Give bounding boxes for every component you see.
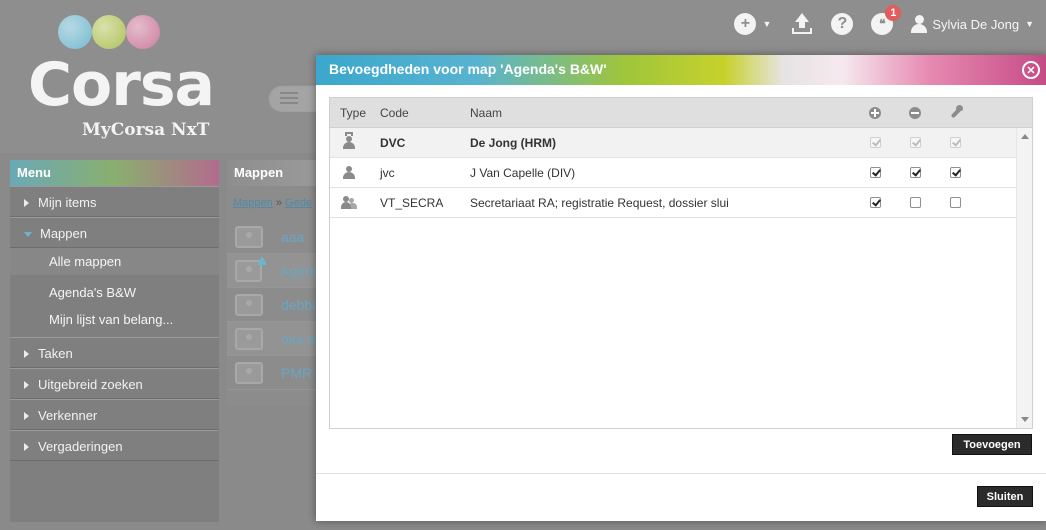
plus-circle-icon [869,106,881,119]
logo-subtitle: MyCorsa NxT [82,120,210,140]
scroll-down-icon[interactable] [1021,417,1029,422]
dialog-title: Bevoegdheden voor map 'Agenda's B&W' [329,61,607,77]
folder-row[interactable]: oka te [227,322,319,356]
plus-circle-icon[interactable]: + [734,13,757,35]
add-permission-checkbox[interactable] [869,197,881,208]
folder-name: PMR [281,364,313,381]
column-header-type[interactable]: Type [330,106,380,120]
sidebar-header: Menu [10,160,219,186]
add-permission-checkbox[interactable] [869,167,881,178]
user-icon [911,15,928,33]
sidebar-subitem-mijn-lijst[interactable]: Mijn lijst van belang... [10,306,219,333]
code-cell: DVC [380,135,406,150]
column-header-add [855,106,895,119]
user-name: Sylvia De Jong [932,16,1020,32]
column-header-manage [935,105,975,119]
naam-cell: De Jong (HRM) [470,135,556,150]
top-toolbar: + ▼ ? ❝ 1 Sylvia De Jong ▼ [716,5,1046,38]
folder-name: aaa [281,228,305,245]
manage-permission-checkbox[interactable] [949,167,961,178]
code-cell: VT_SECRA [380,195,444,210]
breadcrumb-link-mappen[interactable]: Mappen [233,197,273,209]
dialog-footer: Sluiten [316,473,1046,521]
column-header-remove [895,106,935,119]
upload-icon[interactable] [791,13,813,35]
folder-icon [235,225,263,248]
sidebar-item-vergaderingen[interactable]: Vergaderingen [10,430,219,461]
table-row[interactable]: VT_SECRA Secretariaat RA; registratie Re… [330,188,1016,218]
folders-panel-header: Mappen [227,160,319,186]
naam-cell: Secretariaat RA; registratie Request, do… [470,195,729,210]
wrench-icon [949,105,963,119]
folder-row[interactable]: aaa [227,220,319,254]
grid-body: DVC De Jong (HRM) jvc J Van Capelle (DIV… [330,128,1032,428]
caret-right-icon [24,199,29,207]
manage-permission-checkbox[interactable] [949,197,961,208]
remove-permission-checkbox [909,137,921,148]
remove-permission-checkbox[interactable] [909,167,921,178]
caret-right-icon [24,350,29,358]
folder-icon [235,293,263,316]
caret-right-icon [24,381,29,389]
breadcrumb-separator: » [275,197,282,209]
add-permission-checkbox [869,137,881,148]
chevron-down-icon[interactable]: ▼ [762,19,771,29]
table-row[interactable]: DVC De Jong (HRM) [330,128,1016,158]
folder-row[interactable]: PMR [227,356,319,390]
remove-permission-checkbox[interactable] [909,197,921,208]
sidebar-item-uitgebreid-zoeken[interactable]: Uitgebreid zoeken [10,368,219,399]
scroll-up-icon[interactable] [1021,134,1029,139]
permissions-dialog: Bevoegdheden voor map 'Agenda's B&W' ✕ T… [316,55,1046,521]
table-row[interactable]: jvc J Van Capelle (DIV) [330,158,1016,188]
close-icon[interactable]: ✕ [1022,61,1040,79]
chevron-down-icon: ▼ [1025,19,1034,29]
sidebar-item-taken[interactable]: Taken [10,337,219,368]
dialog-header: Bevoegdheden voor map 'Agenda's B&W' ✕ [316,55,1046,85]
sidebar-item-mappen[interactable]: Mappen [10,217,219,248]
user-menu[interactable]: Sylvia De Jong ▼ [911,15,1034,33]
sidebar-subitem-alle-mappen[interactable]: Alle mappen [10,248,219,275]
help-icon[interactable]: ? [831,13,854,35]
column-header-code[interactable]: Code [380,106,470,120]
folder-name: debbi [281,296,316,313]
caret-right-icon [24,443,29,451]
notification-badge: 1 [885,5,902,21]
folder-name: oka te [280,330,319,347]
logo-text: Corsa [28,50,215,120]
vertical-scrollbar[interactable] [1016,128,1032,428]
sidebar-subitem-agendas[interactable]: Agenda's B&W [10,279,219,306]
sidebar-item-verkenner[interactable]: Verkenner [10,399,219,430]
warning-icon [257,256,267,265]
type-cell [330,131,380,150]
permissions-grid: Type Code Naam DVC De Jong (HRM) jvc J V… [329,97,1033,429]
caret-down-icon [24,232,32,238]
sidebar-menu: Menu Mijn items Mappen Alle mappen Agend… [10,160,219,522]
type-cell [330,195,380,210]
folder-icon [235,327,263,350]
minus-circle-icon [909,106,921,119]
caret-right-icon [24,412,29,420]
column-header-naam[interactable]: Naam [470,106,855,120]
folder-row[interactable]: debbi [227,288,319,322]
breadcrumb-link-current[interactable]: Gede [285,197,312,209]
sidebar-item-mijn-items[interactable]: Mijn items [10,186,219,217]
breadcrumb: Mappen » Gede [227,186,319,220]
close-button[interactable]: Sluiten [977,486,1033,507]
add-button[interactable]: Toevoegen [952,434,1032,455]
folders-panel: Mappen Mappen » Gede aaa Agend debbi oka… [227,160,319,406]
chat-icon[interactable]: ❝ 1 [871,5,902,35]
folder-icon [235,361,263,384]
folder-row[interactable]: Agend [227,254,319,288]
type-cell [330,165,380,180]
folder-name: Agend [280,262,319,279]
code-cell: jvc [380,165,395,180]
grid-header: Type Code Naam [330,98,1032,128]
naam-cell: J Van Capelle (DIV) [470,165,576,180]
manage-permission-checkbox [949,137,961,148]
logo-circles [58,15,162,49]
